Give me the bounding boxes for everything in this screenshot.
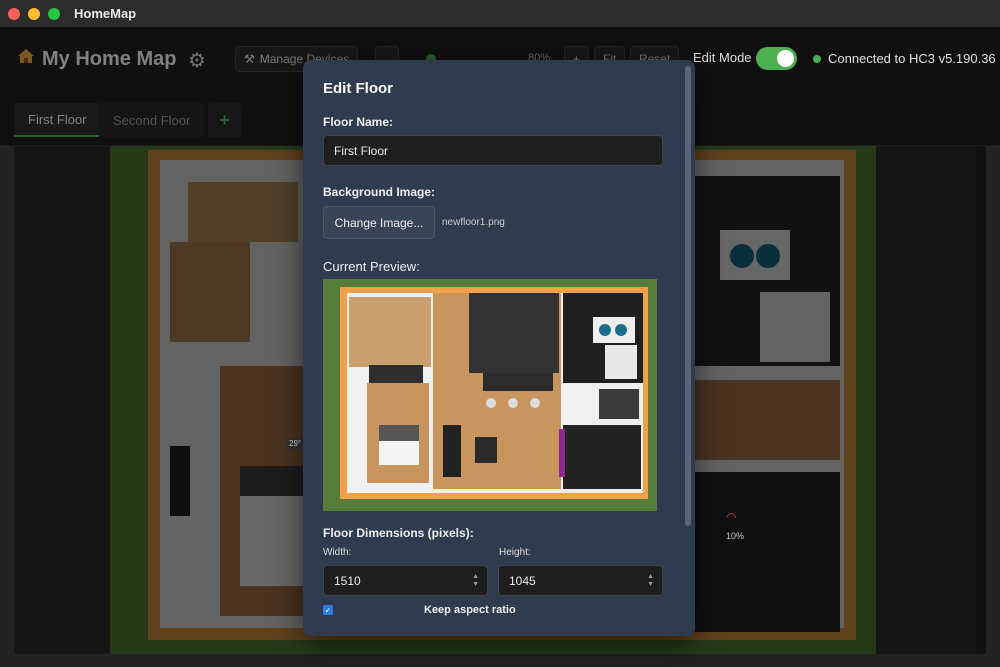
height-stepper-icon[interactable]: ▲ ▼	[647, 573, 654, 589]
app-window: HomeMap My Home Map ⚙ ⚒ Manage Devices 8…	[0, 0, 1000, 667]
wand-icon: ⚒	[244, 52, 255, 66]
height-label: Height:	[499, 547, 531, 558]
gauge-icon[interactable]: ◠	[726, 510, 736, 524]
minimize-window-button[interactable]	[28, 7, 40, 20]
change-image-button[interactable]: Change Image...	[323, 206, 435, 239]
app-header: My Home Map	[16, 46, 176, 72]
percent-badge[interactable]: 10%	[726, 531, 744, 541]
title-bar: HomeMap	[0, 0, 1000, 28]
background-image-label: Background Image:	[323, 185, 436, 199]
dialog-scrollbar[interactable]	[685, 66, 691, 526]
floor-name-label: Floor Name:	[323, 115, 394, 129]
height-value: 1045	[509, 573, 536, 588]
temperature-badge[interactable]: 29°	[286, 438, 305, 449]
floor-preview-image	[323, 279, 657, 511]
tab-first-floor[interactable]: First Floor	[14, 103, 101, 137]
canvas-scrollbar[interactable]	[976, 146, 986, 654]
edit-mode-toggle[interactable]	[756, 47, 797, 70]
current-preview-label: Current Preview:	[323, 259, 420, 274]
add-floor-button[interactable]: +	[208, 103, 241, 137]
keep-aspect-label: Keep aspect ratio	[424, 604, 516, 616]
gear-icon[interactable]: ⚙	[188, 48, 206, 73]
window-controls	[8, 7, 60, 20]
tab-second-floor[interactable]: Second Floor	[99, 103, 205, 137]
edit-floor-dialog: Edit Floor Floor Name: Background Image:…	[303, 60, 695, 636]
width-input[interactable]: 1510 ▲ ▼	[323, 565, 488, 596]
connection-status-dot	[813, 55, 821, 63]
height-input[interactable]: 1045 ▲ ▼	[498, 565, 663, 596]
connection-status: Connected to HC3 v5.190.36	[828, 51, 996, 66]
window-title: HomeMap	[74, 6, 137, 21]
edit-mode-label: Edit Mode	[693, 50, 752, 65]
zoom-window-button[interactable]	[48, 7, 60, 20]
keep-aspect-checkbox[interactable]: ✓	[323, 605, 333, 615]
dialog-title: Edit Floor	[323, 80, 393, 97]
file-name: newfloor1.png	[442, 217, 505, 228]
width-value: 1510	[334, 573, 361, 588]
dimensions-label: Floor Dimensions (pixels):	[323, 526, 474, 540]
house-icon	[16, 46, 36, 72]
width-stepper-icon[interactable]: ▲ ▼	[472, 573, 479, 589]
floor-name-input[interactable]	[323, 135, 663, 166]
close-window-button[interactable]	[8, 7, 20, 20]
app-header-title: My Home Map	[42, 47, 177, 70]
width-label: Width:	[323, 547, 352, 558]
toggle-knob	[777, 50, 794, 67]
